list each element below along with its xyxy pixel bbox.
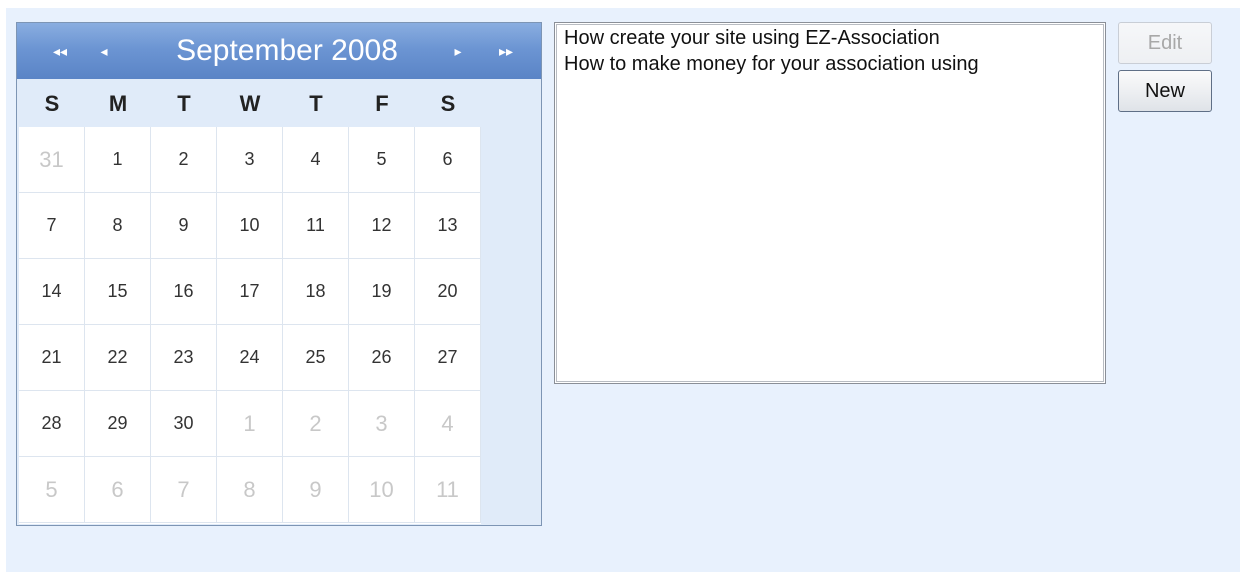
calendar-day[interactable]: 17: [217, 259, 283, 325]
calendar-day-other-month[interactable]: 1: [217, 391, 283, 457]
weekday-label: T: [309, 91, 323, 116]
calendar-day[interactable]: 13: [415, 193, 481, 259]
calendar-title[interactable]: September 2008: [137, 23, 437, 79]
calendar-day[interactable]: 12: [349, 193, 415, 259]
calendar-day[interactable]: 10: [217, 193, 283, 259]
prev-month-icon[interactable]: ◂: [89, 23, 119, 79]
calendar-day[interactable]: 18: [283, 259, 349, 325]
calendar-day[interactable]: 6: [415, 127, 481, 193]
calendar-day[interactable]: 29: [85, 391, 151, 457]
calendar-header: ◂◂ ◂ September 2008 ▸ ▸▸: [17, 23, 541, 79]
calendar-day[interactable]: 20: [415, 259, 481, 325]
calendar-day[interactable]: 23: [151, 325, 217, 391]
calendar-day[interactable]: 14: [19, 259, 85, 325]
calendar: ◂◂ ◂ September 2008 ▸ ▸▸ SMTWTFS 31 1 2 3 4 5…: [16, 22, 542, 526]
topic-listbox[interactable]: How create your site using EZ-Associatio…: [554, 22, 1106, 384]
calendar-day[interactable]: 9: [151, 193, 217, 259]
list-item[interactable]: How create your site using EZ-Associatio…: [557, 25, 1103, 51]
calendar-day[interactable]: 25: [283, 325, 349, 391]
weekday-header-row: SMTWTFS: [19, 81, 481, 127]
calendar-day[interactable]: 3: [217, 127, 283, 193]
prev-year-icon[interactable]: ◂◂: [45, 23, 75, 79]
new-button[interactable]: New: [1118, 70, 1212, 112]
calendar-day-other-month[interactable]: 7: [151, 457, 217, 523]
weekday-label: M: [108, 91, 128, 116]
edit-button[interactable]: Edit: [1118, 22, 1212, 64]
calendar-day[interactable]: 2: [151, 127, 217, 193]
calendar-day-other-month[interactable]: 5: [19, 457, 85, 523]
calendar-day[interactable]: 19: [349, 259, 415, 325]
calendar-day[interactable]: 24: [217, 325, 283, 391]
weekday-label: S: [440, 91, 456, 116]
calendar-day[interactable]: 26: [349, 325, 415, 391]
weekday-label: S: [44, 91, 60, 116]
calendar-day[interactable]: 7: [19, 193, 85, 259]
calendar-day[interactable]: 27: [415, 325, 481, 391]
calendar-day[interactable]: 8: [85, 193, 151, 259]
weekday-label: T: [177, 91, 191, 116]
calendar-day[interactable]: 4: [283, 127, 349, 193]
list-item[interactable]: How to make money for your association u…: [557, 51, 1103, 77]
calendar-day[interactable]: 1: [85, 127, 151, 193]
listbox-content: How create your site using EZ-Associatio…: [556, 24, 1104, 382]
calendar-day-other-month[interactable]: 3: [349, 391, 415, 457]
calendar-day-grid: 31 1 2 3 4 5 6 7 8 9 10 11 12 13 14 15 16 17 18 19 20 21 22 23 2…: [19, 127, 481, 524]
calendar-day-other-month[interactable]: 6: [85, 457, 151, 523]
calendar-day[interactable]: 21: [19, 325, 85, 391]
calendar-day-other-month[interactable]: 8: [217, 457, 283, 523]
calendar-day-other-month[interactable]: 10: [349, 457, 415, 523]
calendar-day[interactable]: 28: [19, 391, 85, 457]
calendar-day[interactable]: 22: [85, 325, 151, 391]
calendar-day[interactable]: 5: [349, 127, 415, 193]
calendar-day[interactable]: 30: [151, 391, 217, 457]
calendar-day-other-month[interactable]: 2: [283, 391, 349, 457]
calendar-day[interactable]: 16: [151, 259, 217, 325]
calendar-day-other-month[interactable]: 11: [415, 457, 481, 523]
weekday-label: W: [239, 91, 261, 116]
next-month-icon[interactable]: ▸: [443, 23, 473, 79]
calendar-day[interactable]: 15: [85, 259, 151, 325]
calendar-day-other-month[interactable]: 9: [283, 457, 349, 523]
weekday-label: F: [375, 91, 389, 116]
calendar-day-other-month[interactable]: 4: [415, 391, 481, 457]
calendar-day-other-month[interactable]: 31: [19, 127, 85, 193]
calendar-day[interactable]: 11: [283, 193, 349, 259]
next-year-icon[interactable]: ▸▸: [491, 23, 521, 79]
